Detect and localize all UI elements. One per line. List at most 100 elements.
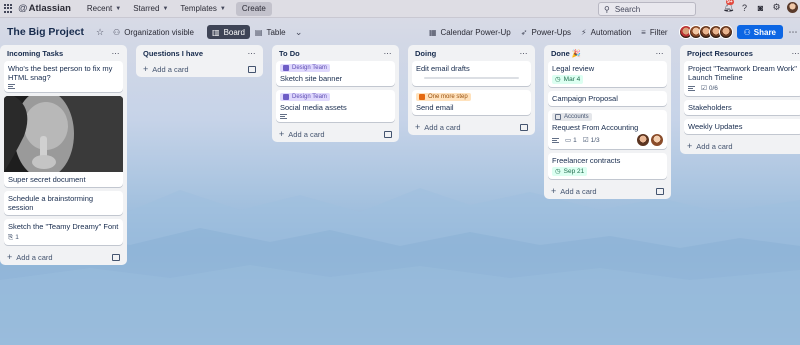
checklist-count: 0/6 — [708, 85, 718, 92]
calendar-powerup-button[interactable]: ▦ Calendar Power-Up — [424, 25, 516, 39]
label-icon — [283, 94, 289, 100]
list-header: To Do ⋯ — [276, 45, 395, 61]
settings-button[interactable]: ⚙ — [771, 2, 782, 13]
template-icon[interactable] — [248, 65, 256, 73]
member-avatar[interactable] — [651, 134, 663, 146]
card-label: One more step — [416, 93, 471, 101]
add-card-button[interactable]: + Add a card — [276, 126, 395, 142]
list-done: Done 🎉 ⋯ Legal review ◷ Mar 4 Campaign Pr… — [544, 45, 671, 199]
checklist-count: 1/3 — [590, 136, 600, 144]
member-avatar[interactable] — [718, 25, 733, 39]
add-card-button[interactable]: + Add a card — [4, 249, 123, 265]
board-header-right: ▦ Calendar Power-Up ➶ Power-Ups ⚡︎ Automati… — [424, 23, 800, 41]
card[interactable]: One more step Send email — [412, 90, 531, 115]
add-card-button[interactable]: + Add a card — [140, 61, 259, 77]
add-card-label: Add a card — [288, 130, 325, 139]
visibility-button[interactable]: ⚇ Organization visible — [108, 25, 199, 39]
add-card-label: Add a card — [560, 187, 597, 196]
card[interactable]: Weekly Updates — [684, 119, 800, 134]
card[interactable]: Who's the best person to fix my HTML sna… — [4, 61, 123, 92]
card[interactable]: Edit email drafts — [412, 61, 531, 86]
board-view-button[interactable]: ▥ Board — [207, 25, 250, 39]
powerups-label: Power-Ups — [531, 27, 572, 37]
template-icon[interactable] — [384, 130, 392, 138]
card[interactable]: Sketch the "Teamy Dreamy" Font ⎘ 1 — [4, 219, 123, 245]
add-card-button[interactable]: + Add a card — [684, 138, 800, 154]
powerups-button[interactable]: ➶ Power-Ups — [516, 25, 576, 39]
label-text: Accounts — [564, 113, 589, 120]
help-icon: ? — [741, 2, 747, 13]
list-title[interactable]: Incoming Tasks — [7, 49, 63, 58]
more-icon[interactable]: ⋯ — [248, 49, 257, 58]
chevron-down-icon: ▼ — [162, 5, 169, 12]
filter-button[interactable]: ≡ Filter — [636, 25, 672, 39]
automation-button[interactable]: ⚡︎ Automation — [576, 25, 636, 39]
card-title: Edit email drafts — [416, 64, 470, 73]
list-header: Incoming Tasks ⋯ — [4, 45, 123, 61]
card[interactable]: Design Team Sketch site banner — [276, 61, 395, 86]
user-avatar[interactable] — [787, 2, 798, 13]
list-title[interactable]: Project Resources — [687, 49, 753, 58]
views-dropdown-button[interactable]: ⌄ — [291, 24, 307, 40]
share-button[interactable]: ⚇ Share — [736, 25, 783, 39]
card[interactable]: Project "Teamwork Dream Work" Launch Tim… — [684, 61, 800, 96]
checkbox-icon: ☑ — [701, 85, 707, 92]
help-button[interactable]: ? — [739, 2, 750, 13]
search-input[interactable]: ⚲ Search — [598, 2, 696, 16]
card[interactable]: Campaign Proposal — [548, 91, 667, 106]
lightning-icon: ⚡︎ — [581, 27, 587, 37]
card[interactable]: Design Team Social media assets — [276, 90, 395, 122]
template-icon[interactable] — [520, 123, 528, 131]
checklist-badge: ☑ 0/6 — [701, 84, 718, 93]
template-icon[interactable] — [112, 253, 120, 261]
card-title: Super secret document — [8, 175, 86, 184]
more-icon: ⋯ — [788, 26, 798, 37]
nav-recent-label: Recent — [86, 4, 113, 13]
more-icon[interactable]: ⋯ — [112, 49, 121, 58]
card-title: Weekly Updates — [688, 122, 743, 131]
board-members[interactable] — [678, 25, 733, 39]
due-date: Mar 4 — [563, 76, 581, 83]
card[interactable]: Legal review ◷ Mar 4 — [548, 61, 667, 87]
card[interactable]: Stakeholders — [684, 100, 800, 115]
more-icon[interactable]: ⋯ — [520, 49, 529, 58]
card[interactable]: Super secret document — [4, 96, 123, 187]
nav-templates[interactable]: Templates ▼ — [174, 2, 231, 16]
add-card-button[interactable]: + Add a card — [412, 119, 531, 135]
card-title: Request From Accounting — [552, 123, 639, 132]
chevron-down-icon: ⌄ — [294, 26, 303, 37]
add-card-button[interactable]: + Add a card — [548, 183, 667, 199]
list-title[interactable]: Doing — [415, 49, 436, 58]
cover-photo — [4, 96, 123, 172]
checkbox-icon: ☑ — [582, 136, 589, 144]
create-button[interactable]: Create — [235, 1, 272, 16]
add-card-label: Add a card — [696, 142, 733, 151]
more-icon[interactable]: ⋯ — [792, 49, 800, 58]
board-menu-button[interactable]: ⋯ — [786, 25, 800, 39]
list-title[interactable]: Questions I have — [143, 49, 203, 58]
star-board-button[interactable]: ☆ — [92, 24, 108, 40]
more-icon[interactable]: ⋯ — [656, 49, 665, 58]
list-title[interactable]: To Do — [279, 49, 300, 58]
table-view-button[interactable]: ▤ Table — [250, 25, 291, 39]
card-label: Design Team — [280, 64, 330, 72]
app-switcher-icon[interactable] — [4, 3, 14, 14]
description-icon — [688, 86, 695, 91]
atlassian-logo[interactable]: @ Atlassian — [4, 3, 71, 14]
card[interactable]: Schedule a brainstorming session — [4, 191, 123, 215]
member-avatar[interactable] — [637, 134, 649, 146]
card[interactable]: Freelancer contracts ◷ Sep 21 — [548, 153, 667, 179]
list-title[interactable]: Done 🎉 — [551, 49, 581, 58]
board-title[interactable]: The Big Project — [7, 26, 84, 38]
card[interactable]: Accounts Request From Accounting ▭ 1 ☑ 1/3 — [548, 110, 667, 149]
media-button[interactable]: ◙ — [755, 2, 766, 13]
description-icon — [8, 84, 15, 89]
more-icon[interactable]: ⋯ — [384, 49, 393, 58]
nav-recent[interactable]: Recent ▼ — [81, 2, 127, 16]
nav-starred[interactable]: Starred ▼ — [127, 2, 174, 16]
template-icon[interactable] — [656, 187, 664, 195]
notifications-button[interactable]: 🔔︎ 9+ — [723, 0, 734, 13]
card-badges: ◷ Sep 21 — [552, 167, 663, 176]
card-title: Legal review — [552, 64, 595, 73]
card-title: Social media assets — [280, 103, 347, 112]
